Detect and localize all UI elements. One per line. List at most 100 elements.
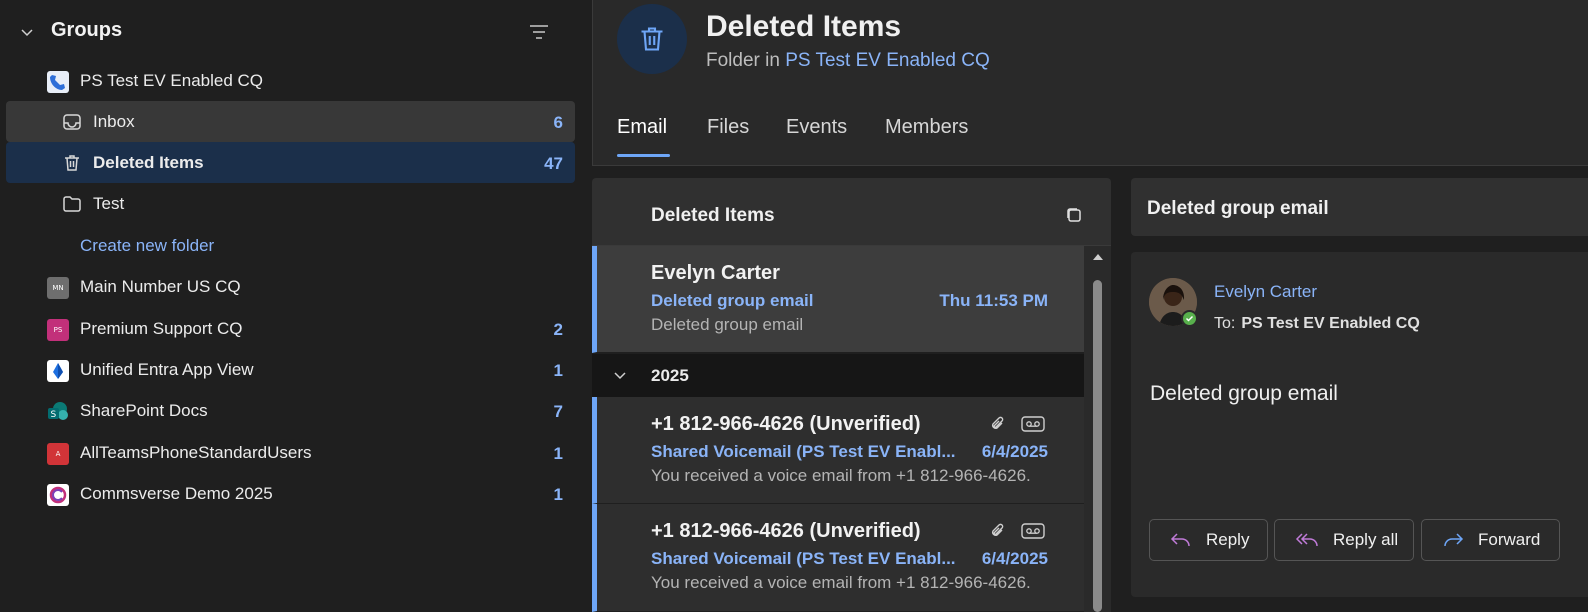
tab-events[interactable]: Events xyxy=(786,116,847,139)
message-item[interactable]: +1 812-966-4626 (Unverified) Shared Voic… xyxy=(592,504,1084,612)
reply-all-icon xyxy=(1295,533,1318,547)
groups-header[interactable]: Groups xyxy=(0,12,584,52)
groups-sidebar: Groups PS Test EV Enabled CQ Inbox 6 Del… xyxy=(0,0,584,612)
sidebar-group-ps-test-ev[interactable]: PS Test EV Enabled CQ xyxy=(6,60,575,101)
sidebar-item-label: Commsverse Demo 2025 xyxy=(80,484,273,503)
unread-count-badge: 1 xyxy=(553,444,563,463)
sidebar-group-allteamsphone[interactable]: A AllTeamsPhoneStandardUsers 1 xyxy=(6,432,575,473)
sharepoint-icon: S xyxy=(47,401,68,421)
commsverse-icon xyxy=(47,484,69,506)
scroll-up-arrow-icon[interactable] xyxy=(1093,254,1103,260)
to-label: To: xyxy=(1214,315,1236,332)
chevron-down-icon[interactable] xyxy=(613,368,627,382)
unread-count-badge: 2 xyxy=(553,320,563,339)
message-preview: You received a voice email from +1 812-9… xyxy=(651,573,1031,592)
sidebar-item-label: Test xyxy=(93,194,125,213)
date-group-label: 2025 xyxy=(651,366,689,385)
unread-count-badge: 1 xyxy=(553,361,563,380)
message-item[interactable]: +1 812-966-4626 (Unverified) Shared Voic… xyxy=(592,397,1084,504)
message-date: 6/4/2025 xyxy=(981,442,1048,461)
scroll-thumb[interactable] xyxy=(1093,280,1102,612)
tab-members[interactable]: Members xyxy=(885,116,968,139)
filter-icon[interactable] xyxy=(528,24,550,40)
phone-group-icon xyxy=(47,71,69,93)
presence-available-icon xyxy=(1181,310,1198,327)
create-new-folder-label: Create new folder xyxy=(80,236,215,255)
page-title: Deleted Items xyxy=(706,10,902,43)
sidebar-item-deleted-items[interactable]: Deleted Items 47 xyxy=(6,142,575,183)
sidebar-item-label: PS Test EV Enabled CQ xyxy=(80,71,264,90)
entra-icon xyxy=(47,360,69,382)
sidebar-group-unified-entra[interactable]: Unified Entra App View 1 xyxy=(6,349,575,390)
sidebar-item-label: SharePoint Docs xyxy=(80,401,208,420)
tab-email[interactable]: Email xyxy=(617,116,667,139)
message-sender: +1 812-966-4626 (Unverified) xyxy=(651,520,921,542)
sender-name[interactable]: Evelyn Carter xyxy=(1214,282,1317,302)
groups-title: Groups xyxy=(51,19,123,41)
reply-all-button[interactable]: Reply all xyxy=(1274,519,1414,561)
message-subject: Shared Voicemail (PS Test EV Enabl... xyxy=(651,549,956,568)
chevron-down-icon[interactable] xyxy=(19,24,35,40)
message-sender: Evelyn Carter xyxy=(651,262,780,284)
trash-icon xyxy=(62,153,82,173)
group-avatar-icon: MN xyxy=(47,277,69,299)
inbox-icon xyxy=(62,112,82,132)
message-subject: Shared Voicemail (PS Test EV Enabl... xyxy=(651,442,956,461)
forward-icon xyxy=(1444,533,1464,547)
voicemail-icon xyxy=(1021,416,1045,432)
reply-all-label: Reply all xyxy=(1333,530,1399,549)
unread-count-badge: 47 xyxy=(544,154,563,173)
attachment-icon xyxy=(992,416,1004,429)
svg-text:S: S xyxy=(51,410,57,420)
group-link[interactable]: PS Test EV Enabled CQ xyxy=(785,50,990,71)
reading-pane-header: Deleted group email xyxy=(1131,178,1588,236)
message-list-header: Deleted Items xyxy=(592,178,1111,246)
reply-icon xyxy=(1170,533,1190,547)
message-preview: Deleted group email xyxy=(651,315,804,334)
attachment-icon xyxy=(992,523,1004,536)
message-sender: +1 812-966-4626 (Unverified) xyxy=(651,413,921,435)
active-tab-indicator xyxy=(617,154,670,157)
reply-button[interactable]: Reply xyxy=(1149,519,1268,561)
reply-label: Reply xyxy=(1206,530,1250,549)
message-preview: You received a voice email from +1 812-9… xyxy=(651,466,1031,485)
forward-button[interactable]: Forward xyxy=(1421,519,1560,561)
recipient-line: To: PS Test EV Enabled CQ xyxy=(1214,315,1420,333)
sidebar-group-sharepoint-docs[interactable]: S SharePoint Docs 7 xyxy=(6,390,575,431)
select-all-icon[interactable] xyxy=(1065,206,1083,224)
message-subject: Deleted group email xyxy=(651,291,814,310)
sidebar-item-label: AllTeamsPhoneStandardUsers xyxy=(80,443,312,462)
date-group-header[interactable]: 2025 xyxy=(592,354,1084,397)
folder-header: Deleted Items Folder in PS Test EV Enabl… xyxy=(592,0,1588,166)
email-subject-title: Deleted group email xyxy=(1147,198,1329,219)
sidebar-item-label: Premium Support CQ xyxy=(80,319,243,338)
sidebar-group-premium-support[interactable]: PS Premium Support CQ 2 xyxy=(6,308,575,349)
group-avatar-icon: A xyxy=(47,443,69,465)
sidebar-item-test[interactable]: Test xyxy=(6,183,575,224)
tab-files[interactable]: Files xyxy=(707,116,749,139)
unread-count-badge: 7 xyxy=(553,402,563,421)
message-date: Thu 11:53 PM xyxy=(939,291,1048,310)
unread-count-badge: 6 xyxy=(553,113,563,132)
forward-label: Forward xyxy=(1478,530,1541,549)
sidebar-group-main-number[interactable]: MN Main Number US CQ xyxy=(6,266,575,307)
email-body: Deleted group email xyxy=(1150,382,1338,405)
recipient-name[interactable]: PS Test EV Enabled CQ xyxy=(1241,315,1419,332)
trash-icon xyxy=(641,27,663,51)
sidebar-item-inbox[interactable]: Inbox 6 xyxy=(6,101,575,142)
folder-icon xyxy=(62,194,82,214)
message-list-scrollbar[interactable] xyxy=(1084,246,1111,612)
create-new-folder-link[interactable]: Create new folder xyxy=(6,225,575,266)
message-list-title: Deleted Items xyxy=(651,205,775,226)
sidebar-group-commsverse[interactable]: Commsverse Demo 2025 1 xyxy=(6,473,575,514)
reading-pane: Evelyn Carter To: PS Test EV Enabled CQ D… xyxy=(1131,252,1588,597)
sidebar-item-label: Inbox xyxy=(93,112,135,131)
sidebar-item-label: Unified Entra App View xyxy=(80,360,254,379)
folder-subtitle: Folder in PS Test EV Enabled CQ xyxy=(706,50,990,72)
folder-avatar xyxy=(617,4,687,74)
group-avatar-icon: PS xyxy=(47,319,69,341)
voicemail-icon xyxy=(1021,523,1045,539)
message-item[interactable]: Evelyn Carter Deleted group email Thu 11… xyxy=(592,246,1084,353)
message-list: Deleted Items Evelyn Carter Deleted grou… xyxy=(592,178,1111,612)
unread-count-badge: 1 xyxy=(553,485,563,504)
